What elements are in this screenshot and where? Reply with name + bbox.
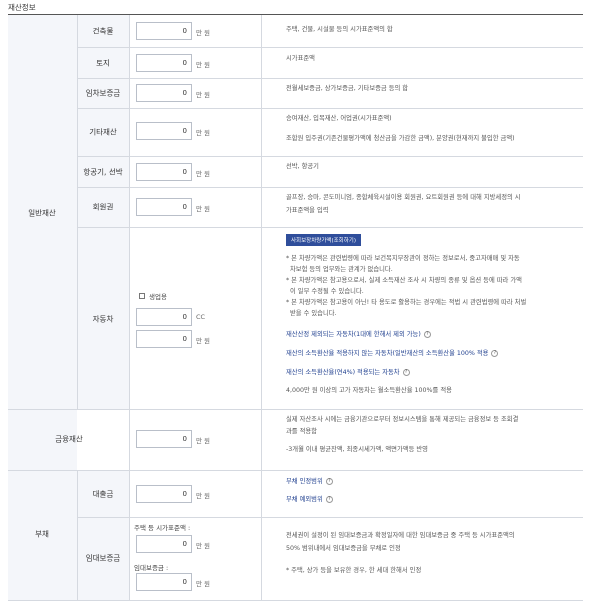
aircraft-label: 항공기, 선박: [83, 167, 123, 177]
building-desc: 주택, 건물, 시설물 등의 시가표준액의 합: [286, 26, 393, 33]
debt-recognized-link-text: 부채 인정범위: [286, 478, 323, 485]
lease-deposit-desc-1: 전세권이 설정이 된 임대보증금과 확정일자에 대한 임대보증금 중 주택 등 …: [286, 532, 515, 539]
help-icon[interactable]: ?: [423, 330, 431, 338]
membership-label: 회원권: [92, 202, 114, 212]
membership-desc-1: 골프장, 승마, 콘도미니엄, 종합체육시설이용 회원권, 요트회원권 등에 대…: [286, 194, 521, 201]
category-column-bg: [8, 15, 77, 601]
membership-input[interactable]: [136, 198, 192, 216]
land-label: 토지: [96, 58, 110, 68]
loan-label: 대출금: [92, 489, 114, 499]
building-label: 건축물: [92, 26, 114, 36]
grid-hline: [77, 156, 583, 157]
car-note-3: * 본 차량가액은 참고용으로서, 실제 소득재산 조사 시 차량의 종류 및 …: [286, 277, 522, 284]
loan-unit: 만 원: [196, 492, 211, 500]
land-input[interactable]: [136, 54, 192, 72]
financial-unit: 만 원: [196, 437, 211, 445]
grid-hline: [77, 227, 583, 228]
lease-input[interactable]: [136, 84, 192, 102]
debt-exception-link-text: 부채 예외범위: [286, 496, 323, 503]
financial-desc-1: 실제 자산조사 시에는 금융기관으로부터 정보시스템을 통해 제공되는 금융정보…: [286, 416, 519, 423]
grid-vline: [77, 470, 78, 601]
debt-exception-link[interactable]: 부채 예외범위?: [286, 494, 333, 503]
business-use-label: 생업용: [149, 293, 167, 301]
help-icon[interactable]: ?: [325, 477, 333, 485]
car-value-input[interactable]: [136, 330, 192, 348]
grid-hline: [77, 517, 583, 518]
car-link-excluded-text: 재산산정 제외되는 자동차(1대에 한해서 제외 가능): [286, 331, 421, 338]
category-general: 일반재산: [28, 208, 56, 218]
car-link-annual-rate-text: 재산의 소득환산율(연4%) 적용되는 자동차: [286, 369, 400, 376]
grid-vline: [77, 15, 78, 409]
membership-desc-2: 가표준액을 입력: [286, 207, 329, 214]
car-link-excluded[interactable]: 재산산정 제외되는 자동차(1대에 한해서 제외 가능)?: [286, 329, 431, 338]
vehicle-value-lookup-button[interactable]: 사회보장차량가액(조회하기): [286, 234, 362, 246]
grid-hline: [77, 187, 583, 188]
lease-deposit-desc-3: * 주택, 상가 등을 보유한 경우, 한 세대 한해서 인정: [286, 567, 422, 574]
aircraft-desc: 선박, 항공기: [286, 163, 319, 170]
car-note-6: 받을 수 있습니다.: [290, 310, 337, 317]
grid-hline: [77, 78, 583, 79]
lease-deposit-label: 임대보증금: [85, 553, 121, 563]
property-value-label: 주택 등 시가표준액 :: [134, 524, 191, 532]
car-link-annual-rate[interactable]: 재산의 소득환산율(연4%) 적용되는 자동차?: [286, 367, 410, 376]
debt-recognized-link[interactable]: 부채 인정범위?: [286, 476, 333, 485]
car-note-5: * 본 차량가액은 참고용이 아닌! 타 용도로 활용하는 경우에는 적법 시 …: [286, 299, 527, 306]
grid-hline: [8, 470, 583, 471]
financial-desc-2: 과를 적용함: [286, 428, 317, 435]
other-input[interactable]: [136, 122, 192, 140]
building-unit: 만 원: [196, 29, 211, 37]
category-financial: 금융재산: [55, 434, 83, 444]
car-cc-unit: CC: [196, 313, 206, 321]
lease-deposit-input[interactable]: [136, 573, 192, 591]
car-link-general-rate[interactable]: 재산의 소득환산율 적용하지 않는 자동차(일반재산의 소득환산율 100% 적…: [286, 348, 499, 357]
car-note-4: 이 일부 수정될 수 있습니다.: [290, 288, 364, 295]
lease-deposit-unit: 만 원: [196, 580, 211, 588]
car-cc-input[interactable]: [136, 308, 192, 326]
aircraft-unit: 만 원: [196, 170, 211, 178]
financial-desc-3: -3개월 이내 평균잔액, 최종시세가액, 액면가액등 반영: [286, 446, 428, 453]
building-input[interactable]: [136, 22, 192, 40]
grid-hline: [77, 47, 583, 48]
lease-desc: 전월세보증금, 상가보증금, 기타보증금 등의 합: [286, 85, 409, 92]
car-luxury-note: 4,000만 원 이상의 고가 자동차는 월소득환산율 100%를 적용: [286, 387, 452, 394]
lease-deposit-desc-2: 50% 범위내에서 임대보증금을 부채로 인정: [286, 545, 401, 552]
grid-vline: [129, 15, 130, 601]
car-note-1: * 본 차량가액은 관련법령에 따라 보건복지부장관이 정하는 정보로서, 중고…: [286, 255, 520, 262]
car-label: 자동차: [92, 314, 114, 324]
other-label: 기타재산: [89, 127, 117, 137]
land-unit: 만 원: [196, 61, 211, 69]
financial-input[interactable]: [136, 430, 192, 448]
help-icon[interactable]: ?: [325, 495, 333, 503]
other-desc-2: 조합원 입주권(기존건물평가액에 청산금을 가감한 금액), 분양권(현재까지 …: [286, 135, 515, 142]
lease-deposit-sub-label: 임대보증금 :: [134, 564, 169, 572]
help-icon[interactable]: ?: [491, 349, 499, 357]
category-debt: 부채: [35, 529, 49, 539]
property-value-input[interactable]: [136, 535, 192, 553]
land-desc: 시가표준액: [286, 55, 315, 62]
car-note-2: 차보험 등의 업무와는 관계가 없습니다.: [290, 266, 393, 273]
aircraft-input[interactable]: [136, 163, 192, 181]
other-unit: 만 원: [196, 129, 211, 137]
help-icon[interactable]: ?: [402, 368, 410, 376]
section-title: 재산정보: [8, 3, 36, 12]
car-value-unit: 만 원: [196, 337, 211, 345]
lease-unit: 만 원: [196, 91, 211, 99]
grid-vline: [261, 15, 262, 601]
car-link-general-rate-text: 재산의 소득환산율 적용하지 않는 자동차(일반재산의 소득환산율 100% 적…: [286, 350, 489, 357]
grid-hline: [8, 409, 583, 410]
grid-hline: [77, 108, 583, 109]
business-use-checkbox[interactable]: [139, 293, 145, 299]
property-value-unit: 만 원: [196, 542, 211, 550]
other-desc-1: 승여재산, 입목재산, 어업권(시가표준액): [286, 115, 392, 122]
membership-unit: 만 원: [196, 205, 211, 213]
grid-hline: [8, 600, 583, 601]
loan-input[interactable]: [136, 485, 192, 503]
lease-label: 임차보증금: [85, 88, 121, 98]
